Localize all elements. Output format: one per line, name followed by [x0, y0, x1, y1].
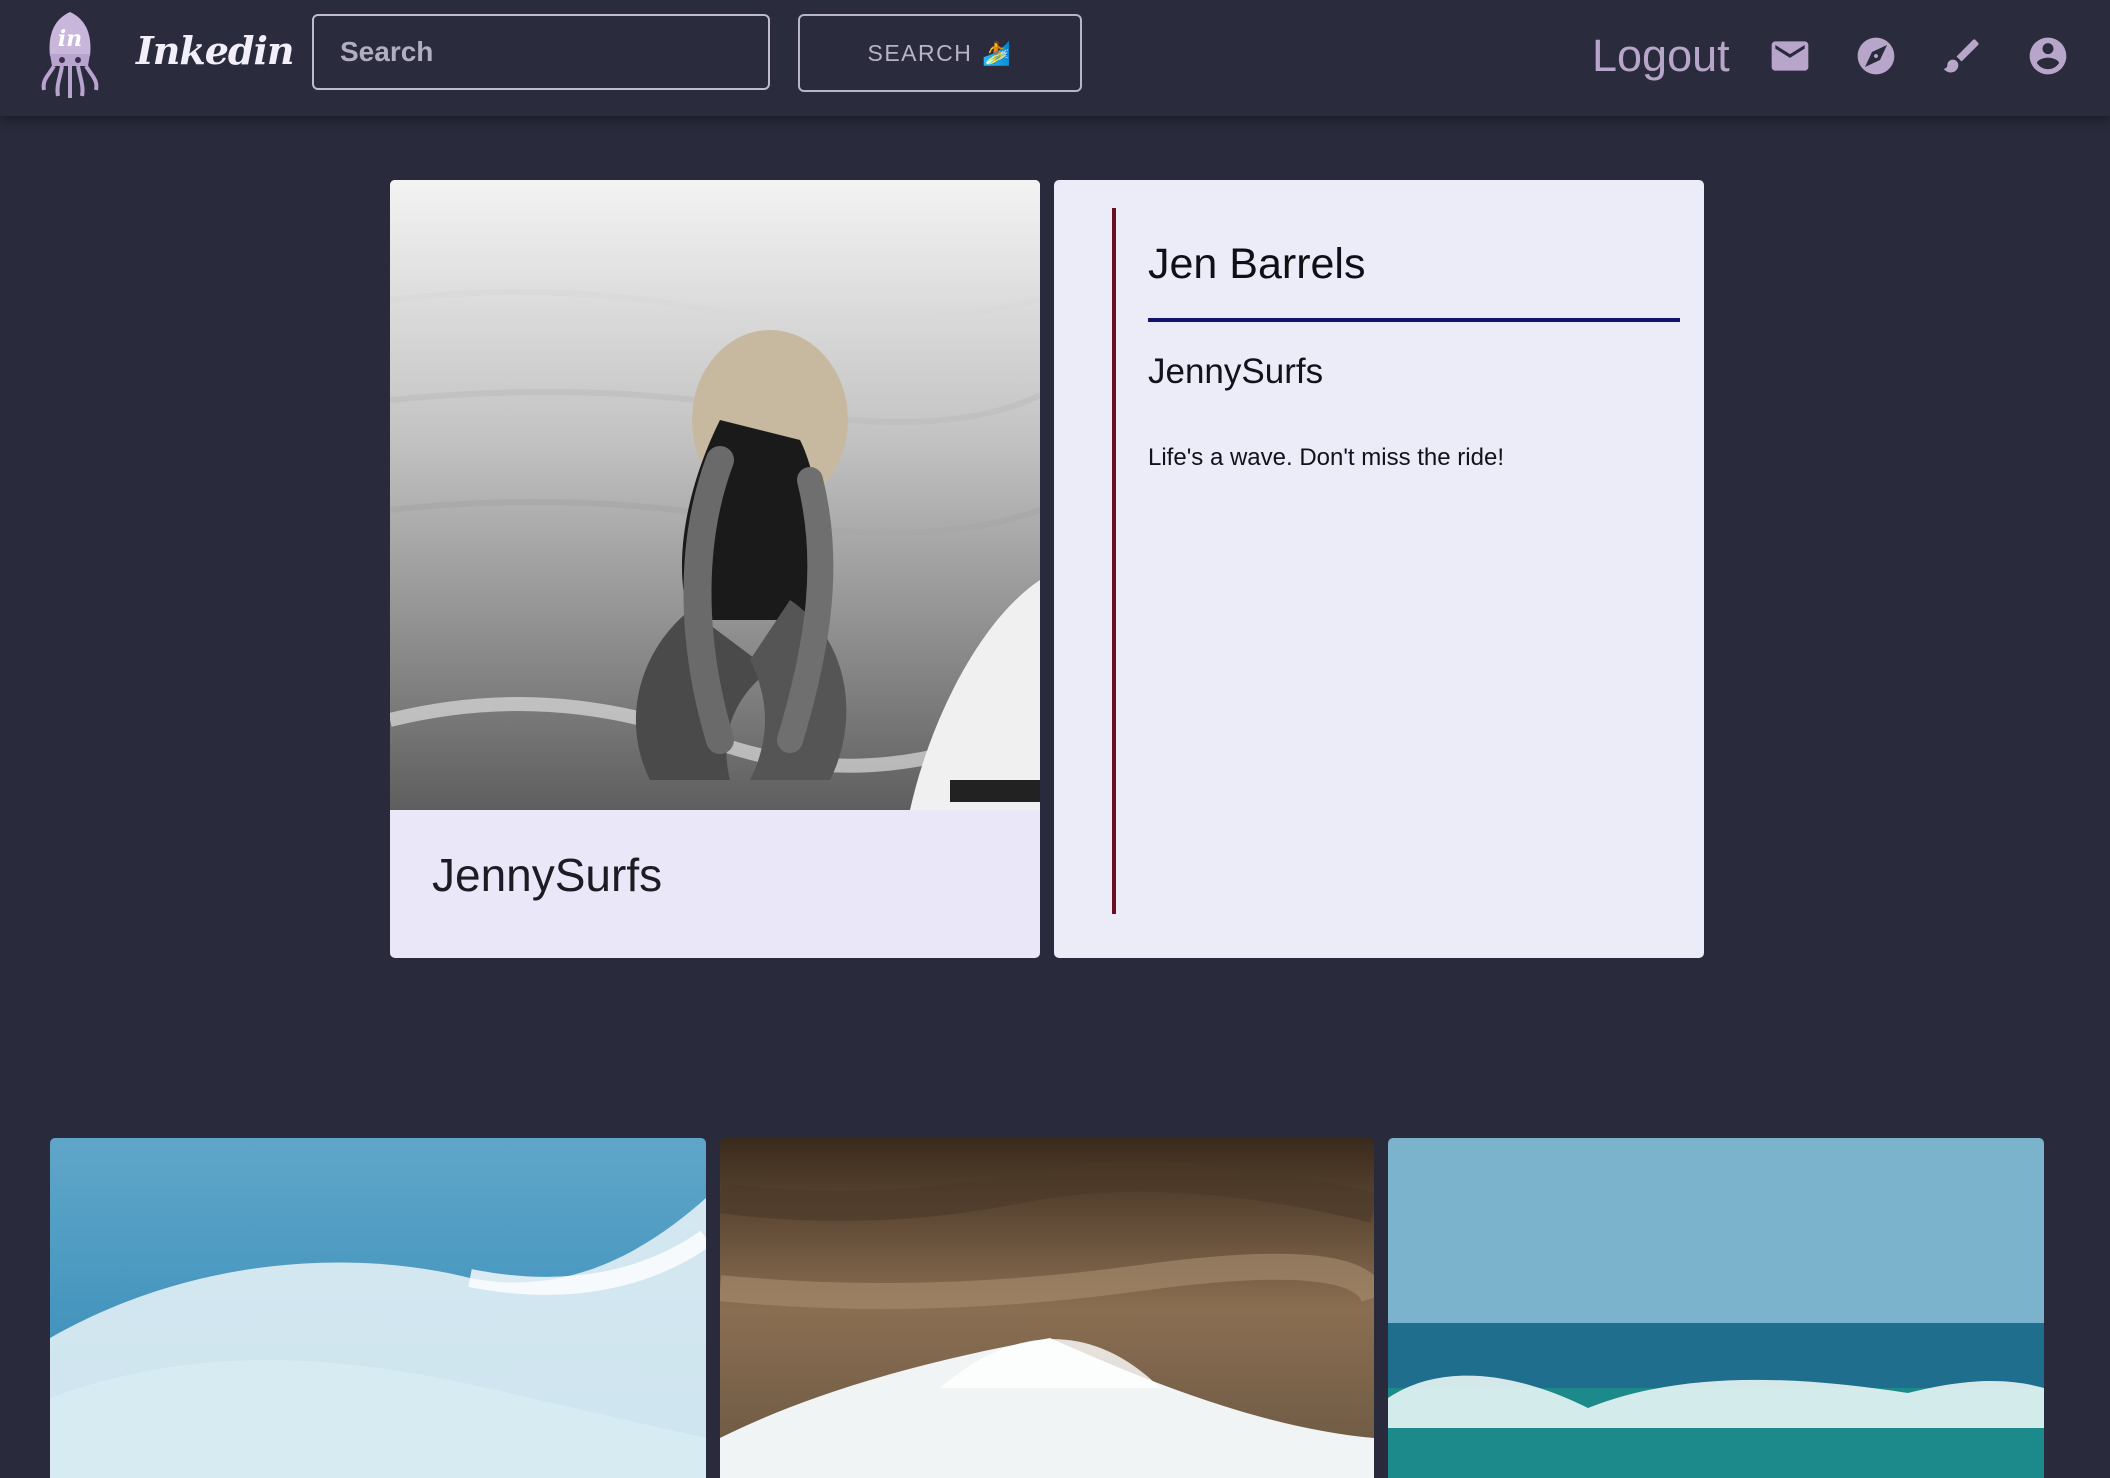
gallery-photo-breaking-wave[interactable] — [50, 1138, 706, 1478]
photo-caption-username: JennySurfs — [432, 849, 663, 901]
profile-info-card: Jen Barrels JennySurfs Life's a wave. Do… — [1054, 180, 1704, 958]
surfer-emoji-icon: 🏄 — [982, 39, 1013, 66]
top-navigation-bar: in Inkedin SEARCH 🏄 Logout — [0, 0, 2110, 116]
profile-photo-card: JennySurfs — [390, 180, 1040, 958]
explore-icon[interactable] — [1854, 34, 1898, 78]
search-input[interactable] — [312, 14, 770, 90]
brush-icon[interactable] — [1940, 34, 1984, 78]
logo-text: in — [58, 26, 82, 52]
profile-username: JennySurfs — [1148, 352, 1324, 391]
gallery-photo-ocean-horizon[interactable] — [1388, 1138, 2044, 1478]
squid-logo-icon[interactable]: in — [38, 10, 102, 100]
account-circle-icon[interactable] — [2026, 34, 2070, 78]
vertical-divider — [1112, 208, 1116, 914]
brand-name[interactable]: Inkedin — [136, 28, 295, 73]
profile-full-name: Jen Barrels — [1148, 240, 1366, 288]
profile-bio: Life's a wave. Don't miss the ride! — [1148, 444, 1504, 471]
search-button[interactable]: SEARCH 🏄 — [798, 14, 1082, 92]
mail-icon[interactable] — [1768, 34, 1812, 78]
gallery-photo-wave-against-rocks[interactable] — [720, 1138, 1374, 1478]
profile-photo[interactable] — [390, 180, 1040, 810]
logout-link[interactable]: Logout — [1592, 30, 1730, 82]
name-underline — [1148, 318, 1680, 322]
search-button-label: SEARCH — [867, 39, 973, 66]
